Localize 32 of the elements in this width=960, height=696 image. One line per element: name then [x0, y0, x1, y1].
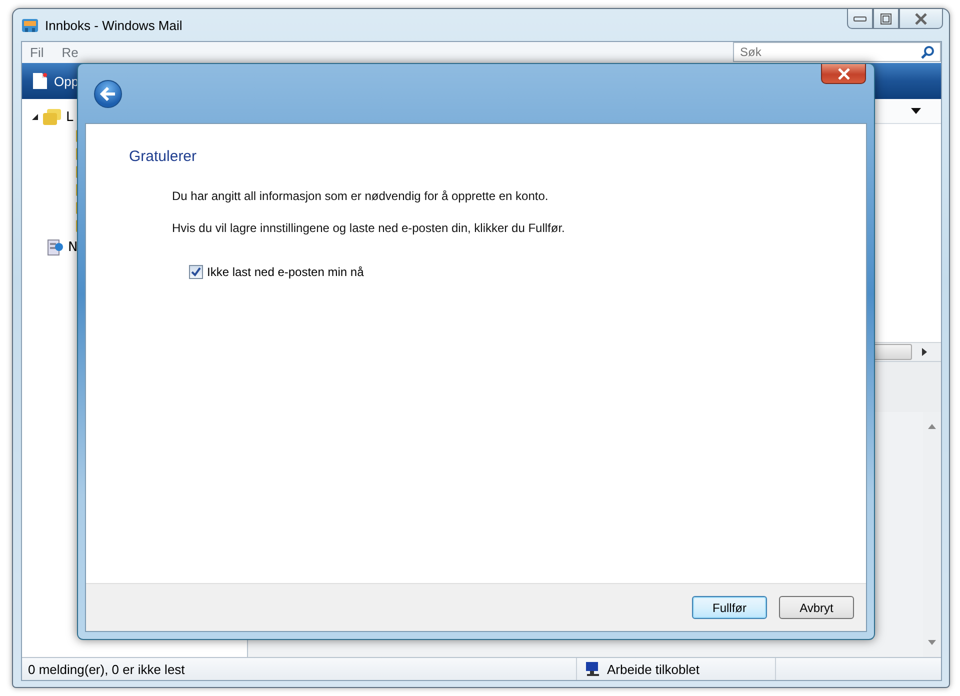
dialog-heading: Gratulerer [129, 148, 198, 165]
checkbox[interactable] [189, 265, 203, 279]
search-field[interactable]: Søk [733, 42, 941, 62]
close-button[interactable] [821, 64, 866, 84]
folders-icon [42, 108, 62, 126]
menu-item[interactable]: Re [62, 45, 78, 60]
tree-item[interactable]: L [66, 110, 74, 124]
close-icon [836, 68, 850, 80]
search-icon [921, 45, 935, 59]
computer-icon [585, 661, 601, 677]
close-icon [914, 12, 928, 24]
checkbox-label: Ikke last ned e-posten min nå [207, 265, 364, 279]
close-button[interactable] [899, 9, 943, 29]
expand-arrow-icon[interactable] [32, 114, 38, 120]
tree-item[interactable]: N [68, 240, 78, 254]
status-text: 0 melding(er), 0 er ikke lest [27, 662, 186, 676]
finish-button[interactable]: Fullfør [692, 596, 767, 619]
contacts-icon [46, 238, 64, 256]
minimize-icon [853, 14, 867, 22]
back-button[interactable] [94, 80, 122, 108]
maximize-icon [880, 12, 892, 24]
cancel-button[interactable]: Avbryt [779, 596, 854, 619]
minimize-button[interactable] [847, 9, 873, 29]
window-title: Innboks - Windows Mail [45, 18, 182, 32]
document-icon [32, 72, 48, 90]
connection-status: Arbeide tilkoblet [607, 662, 700, 676]
dialog-text: Du har angitt all informasjon som er nødvendig for å opprette en konto. [172, 189, 550, 203]
back-arrow-icon [100, 86, 116, 100]
mailbox-icon [21, 16, 39, 34]
dialog-text: Hvis du vil lagre innstillingene og laste ned e-posten din, klikker du Fullfør. [172, 221, 566, 235]
menu-item[interactable]: Fil [30, 45, 44, 60]
maximize-button[interactable] [873, 9, 899, 29]
